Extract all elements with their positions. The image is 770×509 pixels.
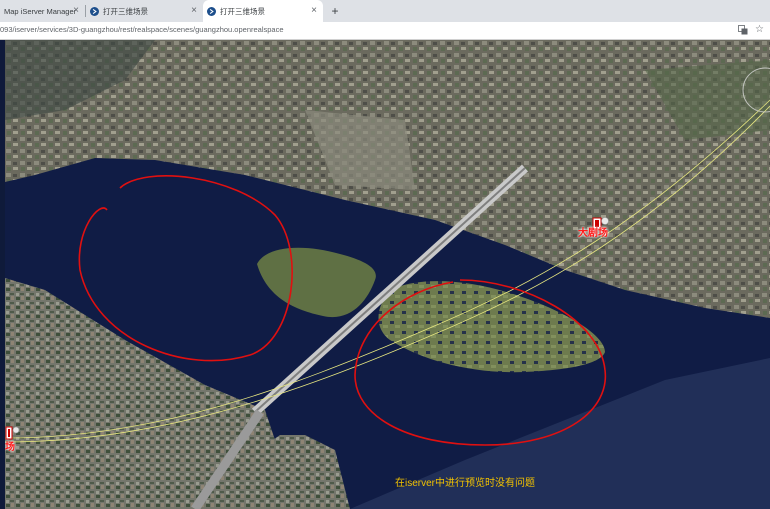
- tab-title: 打开三维场景: [220, 6, 265, 16]
- 3d-scene-viewport[interactable]: 大剧场 场 在iserver中进行预览时没有问题: [5, 40, 770, 509]
- poi-label-left[interactable]: 场: [5, 438, 15, 453]
- poi-label-grand-theater[interactable]: 大剧场: [578, 224, 608, 239]
- tab-title: Map iServer Manager: [4, 6, 77, 16]
- aerial-map[interactable]: [5, 40, 770, 509]
- new-tab-button[interactable]: +: [327, 0, 343, 22]
- tab-strip: Map iServer Manager × 打开三维场景 × 打开三维场景 × …: [0, 0, 770, 22]
- bookmark-star-icon[interactable]: ☆: [755, 23, 764, 37]
- close-icon[interactable]: ×: [191, 5, 197, 17]
- supermap-favicon-icon: [90, 6, 99, 16]
- supermap-favicon-icon: [207, 6, 216, 16]
- url-text[interactable]: 093/iserver/services/3D-guangzhou/rest/r…: [0, 25, 284, 34]
- tab-iserver-manager[interactable]: Map iServer Manager ×: [0, 0, 85, 22]
- translate-icon[interactable]: [738, 25, 748, 35]
- address-bar[interactable]: 093/iserver/services/3D-guangzhou/rest/r…: [0, 22, 770, 40]
- annotation-caption: 在iserver中进行预览时没有问题: [395, 478, 536, 489]
- close-icon[interactable]: ×: [73, 5, 79, 17]
- tab-title: 打开三维场景: [103, 6, 148, 16]
- close-icon[interactable]: ×: [311, 5, 317, 17]
- tab-open-3d-scene-2[interactable]: 打开三维场景 ×: [203, 0, 323, 22]
- tab-open-3d-scene-1[interactable]: 打开三维场景 ×: [86, 0, 203, 22]
